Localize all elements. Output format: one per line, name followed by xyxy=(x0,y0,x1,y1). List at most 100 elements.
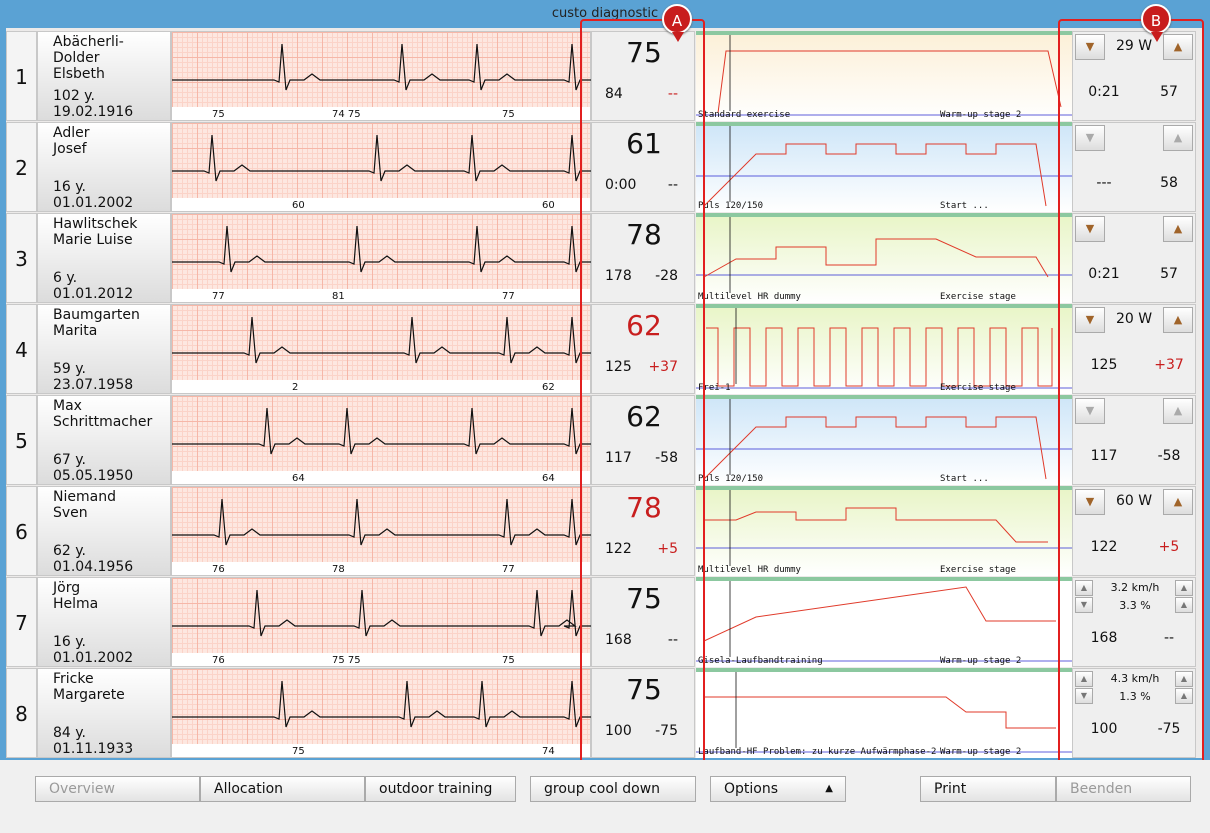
profile-line xyxy=(703,238,1049,278)
load-profile[interactable]: Laufband-HF Problem: zu kurze Aufwärmpha… xyxy=(696,668,1072,758)
beenden-button[interactable]: Beenden xyxy=(1056,776,1191,802)
patient-info[interactable]: Jörg Helma 16 y. 01.01.2002 xyxy=(37,577,171,667)
patient-dob: 01.01.2002 xyxy=(53,195,134,211)
patient-info[interactable]: Max Schrittmacher 67 y. 05.05.1950 xyxy=(37,395,171,485)
ecg-tick-label: 75 75 xyxy=(332,655,361,666)
ecg-tick-label: 81 xyxy=(332,291,345,302)
profile-stage: Warm-up stage 2 xyxy=(940,656,1022,666)
group-cool-down-button[interactable]: group cool down xyxy=(530,776,696,802)
profile-name: Multilevel HR dummy xyxy=(698,292,801,302)
ecg-tick-label: 60 xyxy=(542,200,555,211)
ecg-strip: 76 75 75 75 xyxy=(171,577,612,667)
patient-surname: Hawlitschek xyxy=(53,216,138,232)
options-button[interactable]: Options ▲ xyxy=(710,776,846,802)
ecg-strip: 75 74 xyxy=(171,668,612,758)
callout-b-pin: B xyxy=(1141,4,1171,42)
profile-line xyxy=(704,507,1048,543)
profile-stage: Warm-up stage 2 xyxy=(940,110,1022,120)
ecg-footer: 76 78 77 xyxy=(172,562,590,575)
profile-stage: Exercise stage xyxy=(940,383,1016,393)
patient-info[interactable]: Fricke Margarete 84 y. 01.11.1933 xyxy=(37,668,171,758)
load-profile[interactable]: Multilevel HR dummy Exercise stage xyxy=(696,486,1072,576)
patient-age: 59 y. xyxy=(53,361,87,377)
row-number: 7 xyxy=(6,577,37,667)
profile-stage: Exercise stage xyxy=(940,292,1016,302)
patient-info[interactable]: Adler Josef 16 y. 01.01.2002 xyxy=(37,122,171,212)
patient-firstname: Josef xyxy=(53,141,87,157)
ecg-tick-label: 62 xyxy=(542,382,555,393)
load-profile[interactable]: Puls 120/150 Start ... xyxy=(696,395,1072,485)
profile-chart xyxy=(696,399,1072,480)
profile-line xyxy=(706,327,1053,387)
row-number: 6 xyxy=(6,486,37,576)
ecg-tick-label: 75 xyxy=(502,655,515,666)
overview-button[interactable]: Overview xyxy=(35,776,200,802)
patient-dob: 01.01.2012 xyxy=(53,286,134,302)
ecg-footer: 64 64 xyxy=(172,471,590,484)
profile-name: Gisela-Laufbandtraining xyxy=(698,656,823,666)
callout-a-pin: A xyxy=(662,4,692,42)
patient-firstname: Margarete xyxy=(53,687,125,703)
bottom-toolbar: Overview Allocation outdoor training gro… xyxy=(0,760,1210,833)
profile-chart xyxy=(696,672,1072,753)
row-number: 3 xyxy=(6,213,37,303)
profile-name: Multilevel HR dummy xyxy=(698,565,801,575)
ecg-footer: 75 74 75 75 xyxy=(172,107,590,120)
patient-surname: Jörg xyxy=(53,580,81,596)
allocation-button[interactable]: Allocation xyxy=(200,776,365,802)
profile-line xyxy=(703,696,1056,729)
patient-info[interactable]: Niemand Sven 62 y. 01.04.1956 xyxy=(37,486,171,576)
ecg-tick-label: 77 xyxy=(212,291,225,302)
ecg-footer: 76 75 75 75 xyxy=(172,653,590,666)
patient-surname: Max xyxy=(53,398,82,414)
ecg-trace xyxy=(172,316,612,364)
load-profile[interactable]: Multilevel HR dummy Exercise stage xyxy=(696,213,1072,303)
ecg-tick-label: 2 xyxy=(292,382,299,393)
profile-name: Laufband-HF Problem: zu kurze Aufwärmpha… xyxy=(698,747,937,757)
profile-stage: Exercise stage xyxy=(940,565,1016,575)
patient-dob: 01.01.2002 xyxy=(53,650,134,666)
patient-surname: Baumgarten xyxy=(53,307,140,323)
patient-dob: 01.04.1956 xyxy=(53,559,134,575)
ecg-strip: 75 74 75 75 xyxy=(171,31,612,121)
patient-info[interactable]: Abächerli-Dolder Elsbeth 102 y. 19.02.19… xyxy=(37,31,171,121)
patient-dob: 19.02.1916 xyxy=(53,104,134,120)
profile-chart xyxy=(696,126,1072,207)
triangle-up-icon: ▲ xyxy=(825,783,833,794)
ecg-trace xyxy=(172,407,612,455)
ecg-trace xyxy=(172,680,612,728)
profile-name: Standard exercise xyxy=(698,110,791,120)
ecg-strip: 64 64 xyxy=(171,395,612,485)
patient-age: 67 y. xyxy=(53,452,87,468)
patient-info[interactable]: Hawlitschek Marie Luise 6 y. 01.01.2012 xyxy=(37,213,171,303)
profile-chart xyxy=(696,581,1072,662)
patient-surname: Fricke xyxy=(53,671,94,687)
ecg-tick-label: 75 xyxy=(292,746,305,757)
ecg-tick-label: 64 xyxy=(292,473,305,484)
ecg-strip: 77 81 77 xyxy=(171,213,612,303)
patient-firstname: Sven xyxy=(53,505,88,521)
ecg-trace xyxy=(172,134,612,182)
ecg-tick-label: 64 xyxy=(542,473,555,484)
load-profile[interactable]: Puls 120/150 Start ... xyxy=(696,122,1072,212)
callout-a-frame xyxy=(580,19,705,773)
profile-name: Puls 120/150 xyxy=(698,201,764,211)
ecg-trace xyxy=(172,225,612,273)
ecg-tick-label: 78 xyxy=(332,564,345,575)
ecg-trace xyxy=(172,589,612,637)
load-profile[interactable]: Gisela-Laufbandtraining Warm-up stage 2 xyxy=(696,577,1072,667)
patient-info[interactable]: Baumgarten Marita 59 y. 23.07.1958 xyxy=(37,304,171,394)
ecg-footer: 77 81 77 xyxy=(172,289,590,302)
outdoor-training-button[interactable]: outdoor training xyxy=(365,776,516,802)
ecg-footer: 75 74 xyxy=(172,744,590,757)
row-number: 1 xyxy=(6,31,37,121)
ecg-trace xyxy=(172,43,612,91)
ecg-strip: 2 62 xyxy=(171,304,612,394)
load-profile[interactable]: Frei-1 Exercise stage xyxy=(696,304,1072,394)
profile-name: Puls 120/150 xyxy=(698,474,764,484)
print-button[interactable]: Print xyxy=(920,776,1056,802)
load-profile[interactable]: Standard exercise Warm-up stage 2 xyxy=(696,31,1072,121)
patient-dob: 05.05.1950 xyxy=(53,468,134,484)
profile-chart xyxy=(696,35,1072,116)
profile-line xyxy=(703,143,1047,207)
